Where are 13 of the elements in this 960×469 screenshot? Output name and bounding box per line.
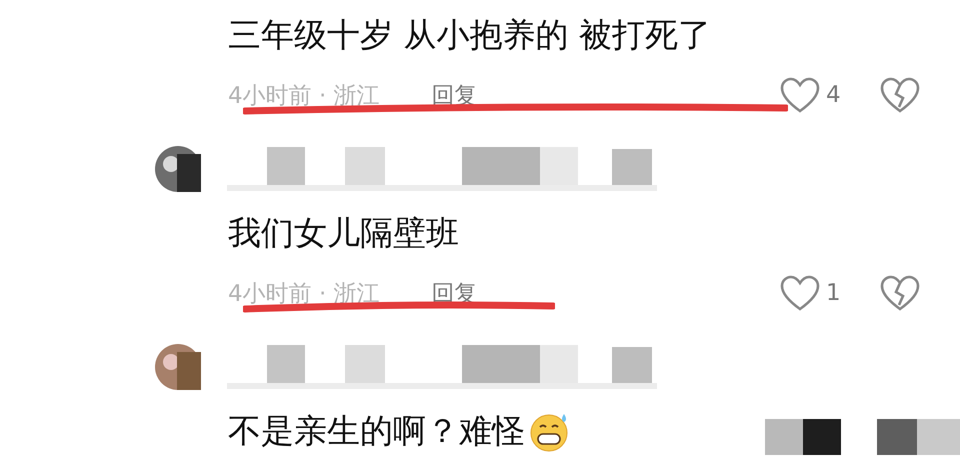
comment-text: 不是亲生的啊？难怪: [228, 410, 525, 452]
avatar[interactable]: [155, 146, 201, 192]
broken-heart-icon[interactable]: [880, 76, 920, 114]
avatar[interactable]: [155, 344, 201, 390]
comment-time: 4小时前 · 浙江: [228, 280, 380, 308]
like-count: 4: [826, 82, 842, 108]
like-heart-icon[interactable]: [780, 274, 820, 312]
broken-heart-icon[interactable]: [880, 274, 920, 312]
comment-text: 三年级十岁 从小抱养的 被打死了: [228, 14, 711, 56]
like-heart-icon[interactable]: [780, 76, 820, 114]
like-count: 1: [826, 280, 842, 306]
comment-text: 我们女儿隔壁班: [228, 212, 459, 254]
comment-time: 4小时前 · 浙江: [228, 82, 380, 110]
